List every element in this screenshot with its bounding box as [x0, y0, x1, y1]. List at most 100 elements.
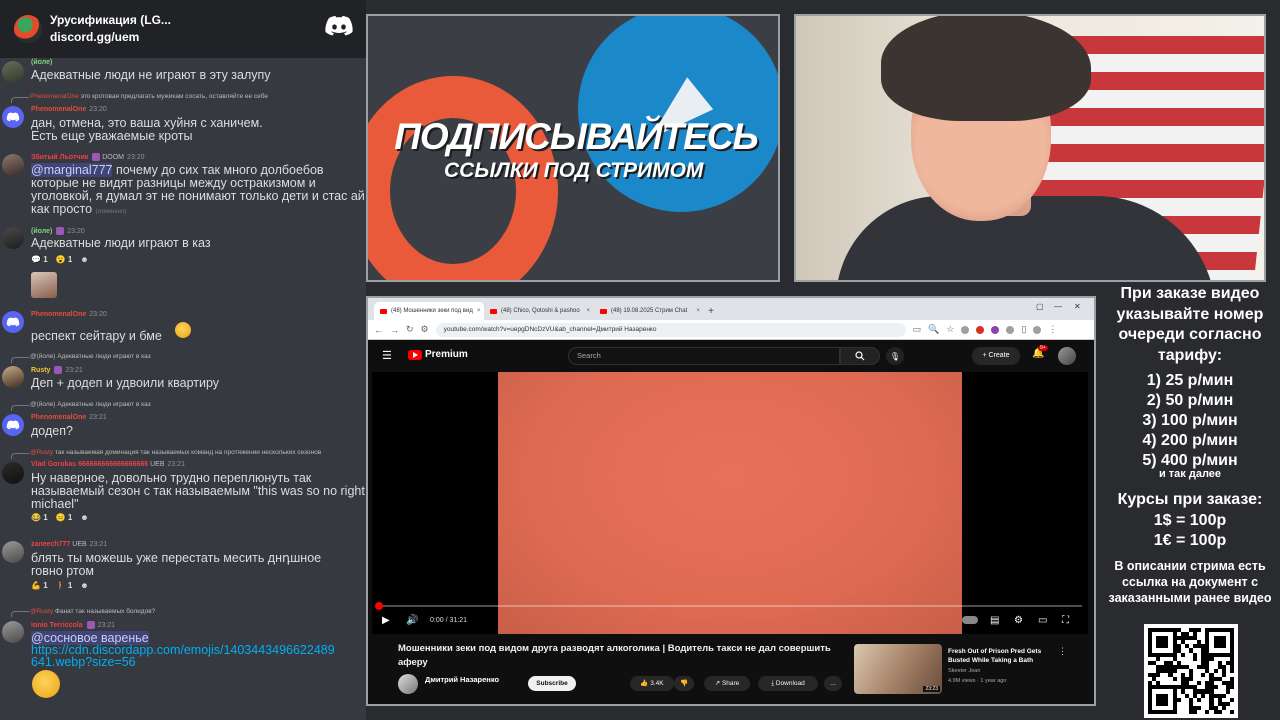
youtube-favicon-icon	[490, 308, 497, 314]
channel-avatar[interactable]	[398, 674, 418, 694]
minimize-window-icon[interactable]: —	[1054, 302, 1062, 311]
theater-mode-icon[interactable]: ▭	[1038, 615, 1047, 626]
volume-icon[interactable]: 🔊	[406, 615, 418, 626]
notification-count: 9+	[1038, 345, 1048, 351]
message-text: респект сейтару и бме	[31, 329, 162, 343]
extension-icon[interactable]	[961, 325, 970, 334]
play-button-icon[interactable]: ▶	[382, 615, 390, 626]
voice-search-button[interactable]: 🎙	[886, 347, 904, 365]
reactions[interactable]: 💪 1 🚶 1 ☻	[31, 581, 97, 590]
browser-tab[interactable]: (48) 19.08.2025 Стрим Chat ×	[594, 302, 704, 320]
username[interactable]: Збитый Льотчик	[31, 154, 88, 161]
user-avatar[interactable]	[2, 311, 24, 333]
message-text: додеп?	[31, 424, 73, 438]
username[interactable]: PhenomenalOne	[31, 106, 86, 113]
account-avatar[interactable]	[1058, 347, 1076, 365]
browser-tab[interactable]: (48) Мошенники зеки под вид ×	[374, 302, 484, 320]
menu-kebab-icon[interactable]: ⋮	[1048, 324, 1057, 335]
channel-name[interactable]: Дмитрий Назаренко	[425, 675, 499, 684]
reply-preview[interactable]: @Rusty Фанат так называемых болидов?	[30, 608, 155, 615]
message-text: говно ртом	[31, 564, 95, 578]
message-text: @marginal777 почему до сих так много дол…	[31, 163, 365, 216]
hamburger-menu-icon[interactable]: ☰	[382, 349, 392, 362]
close-window-icon[interactable]: ✕	[1074, 302, 1081, 311]
close-tab-icon[interactable]: ×	[586, 308, 590, 314]
qr-code[interactable]	[1144, 624, 1238, 718]
like-button[interactable]: 👍 3.4K	[630, 676, 674, 691]
reply-preview[interactable]: @(йоле) Адекватные люди играют в каз	[30, 353, 151, 360]
user-avatar[interactable]	[2, 61, 24, 83]
user-avatar[interactable]	[2, 621, 24, 643]
user-avatar[interactable]	[2, 154, 24, 176]
banner-subtitle: ССЫЛКИ ПОД СТРИМОМ	[444, 159, 704, 182]
cast-icon[interactable]: ▭	[913, 324, 922, 335]
search-input[interactable]: Search	[568, 347, 840, 365]
subscribe-button[interactable]: Subscribe	[528, 676, 576, 691]
username[interactable]: Ionio Terriccola	[31, 622, 83, 629]
youtube-premium-logo[interactable]: Premium	[408, 349, 468, 360]
site-info-icon[interactable]: ⚙	[421, 324, 429, 335]
captions-icon[interactable]: ▤	[990, 615, 999, 626]
user-avatar[interactable]	[2, 106, 24, 128]
recommended-thumbnail[interactable]: 23:23	[854, 644, 942, 694]
video-player[interactable]: ▶ 🔊 0:00 / 31:21 ▤ ⚙ ▭ ⛶	[372, 372, 1088, 634]
user-mention[interactable]: @marginal777	[31, 163, 113, 177]
reload-icon[interactable]: ↻	[406, 324, 414, 335]
recommended-title[interactable]: Fresh Out of Prison Pred Gets Busted Whi…	[948, 647, 1058, 665]
discord-default-avatar-icon	[6, 111, 20, 121]
reactions[interactable]: 😂 1 😐 1 ☻	[31, 513, 97, 522]
autoplay-toggle[interactable]	[962, 616, 978, 624]
user-avatar[interactable]	[2, 227, 24, 249]
more-options-icon[interactable]: ⋮	[1058, 646, 1067, 657]
reply-preview[interactable]: PhenomenalOne это кротовая предлагать му…	[30, 93, 268, 100]
extension-icon[interactable]	[976, 325, 985, 334]
new-tab-button[interactable]: +	[704, 302, 718, 320]
browser-tab[interactable]: (48) Chico, Qotoshi & pashoo ×	[484, 302, 594, 320]
user-avatar[interactable]	[2, 462, 24, 484]
bookmark-star-icon[interactable]: ☆	[946, 324, 954, 335]
fullscreen-icon[interactable]: ⛶	[1062, 615, 1069, 626]
message-text: Есть еще уважаемые кроты	[31, 129, 193, 143]
username[interactable]: PhenomenalOne	[31, 311, 86, 318]
download-button[interactable]: ⤓ Download	[758, 676, 818, 691]
create-button[interactable]: + Create	[972, 347, 1020, 365]
recommended-channel[interactable]: Skeeter Jean	[948, 668, 980, 674]
sidebar-icon[interactable]: ▯	[1021, 324, 1026, 335]
user-avatar[interactable]	[2, 414, 24, 436]
dislike-button[interactable]: 👎	[674, 676, 694, 691]
extension-icon[interactable]	[991, 325, 1000, 334]
back-icon[interactable]: ←	[374, 325, 383, 335]
settings-gear-icon[interactable]: ⚙	[1014, 615, 1023, 626]
more-actions-button[interactable]: ...	[824, 676, 842, 691]
scrubber-handle[interactable]	[375, 602, 383, 610]
url-field[interactable]: youtube.com/watch?v=uepgDNcDzVU&ab_chann…	[435, 322, 906, 337]
extension-icon[interactable]	[1006, 325, 1015, 334]
video-title: Мошенники зеки под видом друга разводят …	[398, 643, 831, 668]
username[interactable]: (йоле)	[31, 59, 52, 66]
username[interactable]: (йоле)	[31, 228, 52, 235]
search-button[interactable]	[840, 347, 880, 365]
user-avatar[interactable]	[2, 366, 24, 388]
progress-bar[interactable]	[378, 605, 1082, 607]
zoom-icon[interactable]: 🔍	[928, 324, 939, 335]
reply-preview[interactable]: @Rusty так называемая доминация так назы…	[30, 449, 321, 456]
user-avatar[interactable]	[2, 541, 24, 563]
username[interactable]: zaneech777	[31, 541, 70, 548]
youtube-header: ☰ Premium Search 🎙 + Create 🔔 9+	[368, 341, 1094, 371]
close-tab-icon[interactable]: ×	[477, 308, 481, 314]
close-tab-icon[interactable]: ×	[696, 308, 700, 314]
username[interactable]: Rusty	[31, 367, 50, 374]
server-invite[interactable]: discord.gg/uem	[50, 29, 171, 46]
forward-icon[interactable]: →	[390, 325, 399, 335]
emoji-link[interactable]: 641.webp?size=56	[31, 656, 136, 669]
reply-preview[interactable]: @(йоле) Адекватные люди играют в каз	[30, 401, 151, 408]
username[interactable]: Vlad Gorokas 666666666666666666	[31, 461, 148, 468]
discord-logo-icon	[325, 16, 353, 36]
profile-icon[interactable]	[1033, 325, 1042, 334]
tab-bar: (48) Мошенники зеки под вид × (48) Chico,…	[368, 298, 1094, 320]
reactions[interactable]: 💬 1 😮 1 ☻	[31, 255, 97, 264]
restore-window-icon[interactable]: ▢	[1036, 302, 1044, 311]
share-button[interactable]: ↗ Share	[704, 676, 750, 691]
message-text: Деп + додеп и удвоили квартиру	[31, 376, 220, 390]
username[interactable]: PhenomenalOne	[31, 414, 86, 421]
